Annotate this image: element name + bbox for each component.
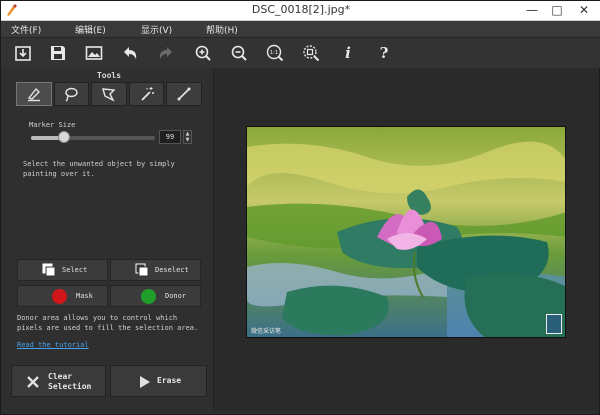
redo-icon[interactable] <box>156 43 176 63</box>
app-window: DSC_0018[2].jpg* — □ ✕ 文件(F) 编辑(E) 显示(V)… <box>0 0 600 415</box>
donor-color-swatch <box>141 289 156 304</box>
mask-color-swatch <box>52 289 67 304</box>
menu-bar: 文件(F) 编辑(E) 显示(V) 帮助(H) <box>1 21 600 38</box>
open-icon[interactable] <box>13 43 33 63</box>
deselect-icon <box>135 263 149 277</box>
menu-edit[interactable]: 编辑(E) <box>75 23 106 36</box>
zoom-in-icon[interactable] <box>193 43 213 63</box>
photo-seal <box>546 314 562 334</box>
erase-button[interactable]: Erase <box>110 365 207 397</box>
lasso-icon <box>65 87 79 102</box>
save-icon[interactable] <box>48 43 68 63</box>
select-label: Select <box>62 266 88 274</box>
mask-label: Mask <box>76 292 93 300</box>
deselect-label: Deselect <box>155 266 189 274</box>
zoom-fit-icon[interactable] <box>301 43 321 63</box>
donor-note: Donor area allows you to control which p… <box>17 314 199 332</box>
menu-view[interactable]: 显示(V) <box>141 23 172 36</box>
clear-x-icon <box>27 376 39 388</box>
tool-hint: Select the unwanted object by simply pai… <box>23 160 175 178</box>
mask-button[interactable]: Mask <box>17 285 108 307</box>
tool-selector <box>16 82 202 106</box>
clear-selection-button[interactable]: Clear Selection <box>11 365 106 397</box>
erase-label: Erase <box>157 376 182 385</box>
tool-panel: Tools Marker Size 99 ▲ ▼ Select the unwa… <box>9 69 209 409</box>
tool-marker[interactable] <box>16 82 52 106</box>
maximize-icon[interactable]: □ <box>546 2 568 19</box>
title-bar: DSC_0018[2].jpg* — □ ✕ <box>1 1 600 21</box>
marker-size-label: Marker Size <box>29 121 76 129</box>
deselect-button[interactable]: Deselect <box>110 259 201 281</box>
menu-file[interactable]: 文件(F) <box>11 23 41 36</box>
svg-text:1:1: 1:1 <box>270 50 279 56</box>
info-icon[interactable]: i <box>338 43 358 63</box>
window-title: DSC_0018[2].jpg* <box>251 3 351 16</box>
toolbar: 1:1 i ? <box>1 38 600 68</box>
marker-icon <box>27 87 40 102</box>
tools-heading: Tools <box>96 71 122 80</box>
tool-line[interactable] <box>166 82 202 106</box>
line-icon <box>177 87 191 101</box>
tutorial-link[interactable]: Read the tutorial <box>17 341 89 349</box>
donor-label: Donor <box>165 292 187 300</box>
magic-wand-icon <box>140 87 154 101</box>
select-icon <box>42 263 56 277</box>
menu-help[interactable]: 帮助(H) <box>206 23 238 36</box>
select-button[interactable]: Select <box>17 259 108 281</box>
lotus-photo <box>247 127 565 337</box>
donor-button[interactable]: Donor <box>110 285 201 307</box>
image-icon[interactable] <box>84 43 104 63</box>
photo-preview[interactable]: 微信采访笔 <box>246 126 566 338</box>
marker-size-input[interactable]: 99 <box>159 130 181 144</box>
polygon-lasso-icon <box>102 88 116 102</box>
close-icon[interactable]: ✕ <box>573 2 595 19</box>
undo-icon[interactable] <box>120 43 140 63</box>
minimize-icon[interactable]: — <box>521 2 543 19</box>
tool-polygon-lasso[interactable] <box>91 82 127 106</box>
marker-size-slider[interactable] <box>31 136 155 140</box>
slider-handle[interactable] <box>58 131 71 143</box>
marker-size-spinner[interactable]: ▲ ▼ <box>183 130 192 144</box>
play-icon <box>140 376 150 388</box>
zoom-actual-icon[interactable]: 1:1 <box>265 43 285 63</box>
help-icon[interactable]: ? <box>374 43 394 63</box>
zoom-out-icon[interactable] <box>229 43 249 63</box>
clear-selection-label: Clear Selection <box>48 372 92 391</box>
photo-watermark: 微信采访笔 <box>251 328 282 335</box>
tool-lasso[interactable] <box>53 82 90 106</box>
tool-magic-wand[interactable] <box>128 82 165 106</box>
